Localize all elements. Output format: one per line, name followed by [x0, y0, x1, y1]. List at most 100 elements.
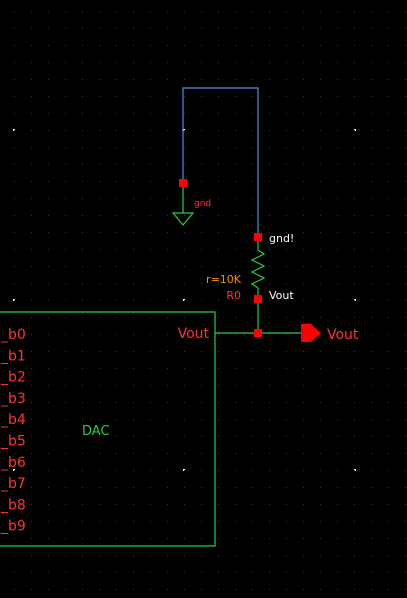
grid-dot-fine	[286, 504, 287, 505]
resistor-bottom-pin[interactable]	[254, 295, 262, 303]
grid-dot-fine	[269, 283, 270, 284]
grid-dot-fine	[337, 45, 338, 46]
grid-dot-fine	[99, 317, 100, 318]
grid-dot-fine	[405, 249, 406, 250]
grid-dot-fine	[31, 215, 32, 216]
grid-dot-fine	[167, 572, 168, 573]
grid-dot-fine	[82, 572, 83, 573]
grid-dot-fine	[82, 555, 83, 556]
grid-dot-fine	[48, 385, 49, 386]
grid-dot-fine	[167, 11, 168, 12]
grid-dot-fine	[388, 28, 389, 29]
grid-dot-fine	[388, 351, 389, 352]
grid-dot-fine	[235, 113, 236, 114]
grid-dot-fine	[31, 385, 32, 386]
resistor-top-pin[interactable]	[254, 233, 262, 241]
grid-dot-fine	[99, 283, 100, 284]
grid-dot-fine	[116, 181, 117, 182]
grid-dot-fine	[150, 300, 151, 301]
grid-dot-fine	[405, 96, 406, 97]
vout-junction[interactable]	[254, 329, 262, 337]
grid-dot-fine	[320, 470, 321, 471]
grid-dot-fine	[354, 11, 355, 12]
resistor-r0[interactable]: gnd! r=10K R0 Vout	[206, 232, 294, 303]
grid-dot-fine	[405, 487, 406, 488]
grid-dot-fine	[354, 28, 355, 29]
grid-dot-fine	[405, 555, 406, 556]
grid-dot-fine	[320, 249, 321, 250]
grid-dot-fine	[184, 249, 185, 250]
grid-dot-fine	[337, 402, 338, 403]
grid-dot-fine	[201, 113, 202, 114]
grid-dot-fine	[31, 368, 32, 369]
grid-dot-fine	[337, 283, 338, 284]
gnd-pin[interactable]	[179, 179, 187, 187]
grid-dot-fine	[99, 79, 100, 80]
grid-dot-fine	[184, 504, 185, 505]
grid-dot-fine	[218, 45, 219, 46]
grid-dot-fine	[286, 198, 287, 199]
grid-dot-fine	[320, 538, 321, 539]
grid-dot-fine	[286, 266, 287, 267]
grid-dot-fine	[31, 266, 32, 267]
grid-dot-fine	[99, 249, 100, 250]
grid-dot-fine	[65, 504, 66, 505]
grid-dot-fine	[201, 521, 202, 522]
grid-dot-fine	[184, 385, 185, 386]
grid-dot-fine	[337, 351, 338, 352]
grid-dot-fine	[405, 317, 406, 318]
grid-dot-fine	[337, 470, 338, 471]
dac-instance[interactable]: DAC Vout _b0 _b1 _b2 _b3 _b4 _b5 _b6 _b7 _b8 _b9	[0, 311, 216, 547]
grid-dot-fine	[99, 45, 100, 46]
grid-dot-fine	[82, 538, 83, 539]
grid-dot-fine	[116, 147, 117, 148]
grid-dot-fine	[150, 28, 151, 29]
grid-dot-fine	[133, 249, 134, 250]
grid-dot-fine	[65, 164, 66, 165]
grid-dot-fine	[235, 96, 236, 97]
grid-dot-fine	[354, 96, 355, 97]
grid-dot-fine	[82, 62, 83, 63]
grid-dot-fine	[320, 487, 321, 488]
grid-dot-fine	[388, 198, 389, 199]
grid-dot-fine	[252, 249, 253, 250]
grid-dot-fine	[150, 572, 151, 573]
grid-dot-fine	[14, 572, 15, 573]
grid-dot-fine	[82, 419, 83, 420]
grid-dot-fine	[218, 589, 219, 590]
schematic-canvas[interactable]: gnd gnd! r=10K R0 Vout Vout DAC Vout _b0…	[0, 0, 407, 598]
grid-dot-fine	[235, 232, 236, 233]
grid-dot-fine	[133, 79, 134, 80]
grid-dot-fine	[14, 181, 15, 182]
grid-dot-fine	[14, 317, 15, 318]
grid-dot-fine	[65, 419, 66, 420]
ground-loop-wire[interactable]	[182, 87, 259, 237]
grid-dot-fine	[201, 147, 202, 148]
grid-dot-fine	[133, 283, 134, 284]
grid-dot-fine	[184, 266, 185, 267]
grid-dot-fine	[65, 62, 66, 63]
grid-dot-fine	[65, 453, 66, 454]
grid-dot-fine	[14, 79, 15, 80]
grid-dot-fine	[252, 402, 253, 403]
grid-dot-fine	[99, 130, 100, 131]
output-pin-vout[interactable]: Vout	[301, 324, 359, 343]
gnd-symbol[interactable]: gnd	[171, 179, 211, 226]
grid-dot-fine	[167, 453, 168, 454]
grid-dot-fine	[65, 113, 66, 114]
grid-dot-fine	[337, 538, 338, 539]
grid-dot-fine	[48, 11, 49, 12]
grid-dot-fine	[388, 589, 389, 590]
grid-dot-fine	[150, 198, 151, 199]
grid-dot-fine	[116, 283, 117, 284]
grid-dot-fine	[133, 402, 134, 403]
grid-dot-fine	[303, 45, 304, 46]
grid-dot-fine	[133, 470, 134, 471]
grid-dot-fine	[235, 436, 236, 437]
grid-dot-fine	[218, 232, 219, 233]
grid-dot-fine	[286, 45, 287, 46]
grid-dot-fine	[286, 181, 287, 182]
grid-dot-fine	[31, 470, 32, 471]
grid-dot-fine	[286, 11, 287, 12]
grid-dot-fine	[150, 538, 151, 539]
